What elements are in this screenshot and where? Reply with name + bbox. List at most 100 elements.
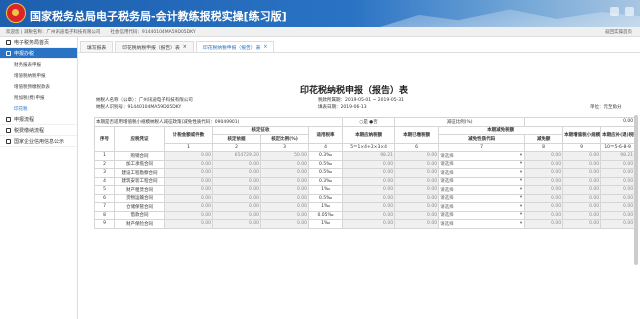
sidebar-sub-financial[interactable]: 财务报表申报 bbox=[0, 59, 77, 70]
cell-c6[interactable]: 0.00 bbox=[394, 176, 440, 186]
close-icon[interactable]: × bbox=[183, 45, 187, 50]
cell-c8[interactable]: 0.00 bbox=[524, 219, 564, 229]
cell-sel[interactable]: 请选择 bbox=[438, 193, 526, 203]
cell-c2[interactable]: 0.00 bbox=[212, 202, 261, 212]
cell-c1[interactable]: 0.00 bbox=[164, 151, 213, 161]
cell-c9: 0.00 bbox=[562, 168, 602, 178]
cell-c6[interactable]: 0.00 bbox=[394, 210, 440, 220]
cell-c1[interactable]: 0.00 bbox=[164, 219, 213, 229]
col-formula-payable: 5＝1×4+2×3×4 bbox=[342, 142, 396, 152]
cell-c8[interactable]: 0.00 bbox=[524, 176, 564, 186]
cell-c8[interactable]: 0.00 bbox=[524, 168, 564, 178]
close-icon[interactable] bbox=[625, 7, 634, 16]
header-exempt-code: 减免性质代码 bbox=[438, 134, 526, 144]
cell-sel[interactable]: 请选择 bbox=[438, 168, 526, 178]
sidebar-item-payment[interactable]: 税费缴纳流程 bbox=[0, 125, 77, 136]
cell-seq: 6 bbox=[94, 193, 115, 203]
table-row: 3建设工程勘察合同0.000.000.000.5‰0.000.00请选择0.00… bbox=[94, 168, 636, 178]
cell-c2[interactable]: 0.00 bbox=[212, 193, 261, 203]
table-row: 6货物运输合同0.000.000.000.5‰0.000.00请选择0.000.… bbox=[94, 193, 636, 203]
cell-c3[interactable]: 0.00 bbox=[260, 176, 309, 186]
cell-c6[interactable]: 0.00 bbox=[394, 151, 440, 161]
table-row: 8借款合同0.000.000.000.05‰0.000.00请选择0.000.0… bbox=[94, 210, 636, 220]
cell-c3[interactable]: 0.00 bbox=[260, 159, 309, 169]
cell-c3[interactable]: 50.00 bbox=[260, 151, 309, 161]
cell-c8[interactable]: 0.00 bbox=[524, 185, 564, 195]
col-formula-refund: 10＝5-6-8-9 bbox=[600, 142, 636, 152]
cell-c3[interactable]: 0.00 bbox=[260, 219, 309, 229]
cell-c8[interactable]: 0.00 bbox=[524, 151, 564, 161]
cell-c6[interactable]: 0.00 bbox=[394, 159, 440, 169]
cell-c1[interactable]: 0.00 bbox=[164, 185, 213, 195]
cell-c6[interactable]: 0.00 bbox=[394, 202, 440, 212]
cell-c1[interactable]: 0.00 bbox=[164, 210, 213, 220]
cell-sel[interactable]: 请选择 bbox=[438, 219, 526, 229]
cell-c2[interactable]: 0.00 bbox=[212, 210, 261, 220]
cell-sel[interactable]: 请选择 bbox=[438, 202, 526, 212]
return-home-link[interactable]: 返回实操首页 bbox=[605, 29, 632, 35]
cell-c3[interactable]: 0.00 bbox=[260, 210, 309, 220]
sidebar-sub-vat[interactable]: 增值税纳税申报 bbox=[0, 70, 77, 81]
payment-icon bbox=[6, 127, 11, 133]
cell-c3[interactable]: 0.00 bbox=[260, 168, 309, 178]
cell-c2[interactable]: 654729.20 bbox=[212, 151, 261, 161]
sidebar-sub-stamp[interactable]: 印花税 bbox=[0, 103, 77, 114]
close-icon[interactable]: × bbox=[263, 45, 267, 50]
unit-label: 单位：元至角分 bbox=[590, 105, 622, 110]
sidebar-item-process[interactable]: 申报流程 bbox=[0, 114, 77, 125]
cell-seq: 2 bbox=[94, 159, 115, 169]
cell-c3[interactable]: 0.00 bbox=[260, 202, 309, 212]
cell-seq: 9 bbox=[94, 219, 115, 229]
table-row: 5财产租赁合同0.000.000.001‰0.000.00请选择0.000.00… bbox=[94, 185, 636, 195]
cell-c8[interactable]: 0.00 bbox=[524, 193, 564, 203]
sidebar-sub-vat-prepay[interactable]: 增值税预缴税款表 bbox=[0, 81, 77, 92]
cell-c6[interactable]: 0.00 bbox=[394, 193, 440, 203]
cell-c10: 98.21 bbox=[600, 151, 636, 161]
cell-c8[interactable]: 0.00 bbox=[524, 159, 564, 169]
cell-c1[interactable]: 0.00 bbox=[164, 202, 213, 212]
cell-c2[interactable]: 0.00 bbox=[212, 185, 261, 195]
cell-c1[interactable]: 0.00 bbox=[164, 159, 213, 169]
cell-c6[interactable]: 0.00 bbox=[394, 219, 440, 229]
home-icon bbox=[6, 39, 11, 45]
cell-c6[interactable]: 0.00 bbox=[394, 185, 440, 195]
cell-c10: 0.00 bbox=[600, 219, 636, 229]
cell-c2[interactable]: 0.00 bbox=[212, 159, 261, 169]
sidebar-item-home[interactable]: 电子税务局首页 bbox=[0, 37, 77, 48]
cell-sel[interactable]: 请选择 bbox=[438, 185, 526, 195]
cell-seq: 8 bbox=[94, 210, 115, 220]
tab-divider bbox=[78, 52, 640, 53]
cell-sel[interactable]: 请选择 bbox=[438, 151, 526, 161]
cell-c2[interactable]: 0.00 bbox=[212, 168, 261, 178]
sidebar-item-filing[interactable]: 申报办税 bbox=[0, 48, 77, 59]
cell-c10: 0.00 bbox=[600, 185, 636, 195]
col-num-7: 7 bbox=[438, 142, 526, 152]
header-verified: 核定征收 bbox=[212, 125, 309, 135]
cell-c1[interactable]: 0.00 bbox=[164, 168, 213, 178]
minimize-icon[interactable] bbox=[610, 7, 619, 16]
cell-c2[interactable]: 0.00 bbox=[212, 176, 261, 186]
info-bar: 欢迎您 | 减税名称：广州讯迪电子科技有限公司 社会信用代码：91440104M… bbox=[0, 27, 640, 37]
cell-c8[interactable]: 0.00 bbox=[524, 202, 564, 212]
cell-c1[interactable]: 0.00 bbox=[164, 193, 213, 203]
cell-c2[interactable]: 0.00 bbox=[212, 219, 261, 229]
sidebar-sub-surtax[interactable]: 附加税(费)申报 bbox=[0, 92, 77, 103]
ratio-label: 减征比例(%) bbox=[394, 117, 526, 127]
col-num-9: 9 bbox=[562, 142, 602, 152]
cell-sel[interactable]: 请选择 bbox=[438, 210, 526, 220]
cell-sel[interactable]: 请选择 bbox=[438, 176, 526, 186]
cell-c10: 0.00 bbox=[600, 202, 636, 212]
scrollbar[interactable] bbox=[634, 115, 638, 265]
cell-c8[interactable]: 0.00 bbox=[524, 210, 564, 220]
cell-c6[interactable]: 0.00 bbox=[394, 168, 440, 178]
tab-fill-report[interactable]: 填写报表 bbox=[80, 41, 114, 52]
sidebar-item-credit[interactable]: 国家企业信用信息公示 bbox=[0, 136, 77, 147]
tab-stamp-form-1[interactable]: 印花税纳税申报（报告）表 × bbox=[115, 41, 194, 52]
cell-c1[interactable]: 0.00 bbox=[164, 176, 213, 186]
tab-stamp-form-2[interactable]: 印花税纳税申报（报告）表 × bbox=[195, 41, 275, 52]
cell-c3[interactable]: 0.00 bbox=[260, 193, 309, 203]
stamp-tax-table: 本期是否适用增值税小规模纳税人减征政策(减免性质代码：09049901) ○是 … bbox=[93, 117, 636, 229]
cell-c3[interactable]: 0.00 bbox=[260, 185, 309, 195]
cell-sel[interactable]: 请选择 bbox=[438, 159, 526, 169]
reduction-radio[interactable]: ○是 ●否 bbox=[342, 117, 396, 127]
